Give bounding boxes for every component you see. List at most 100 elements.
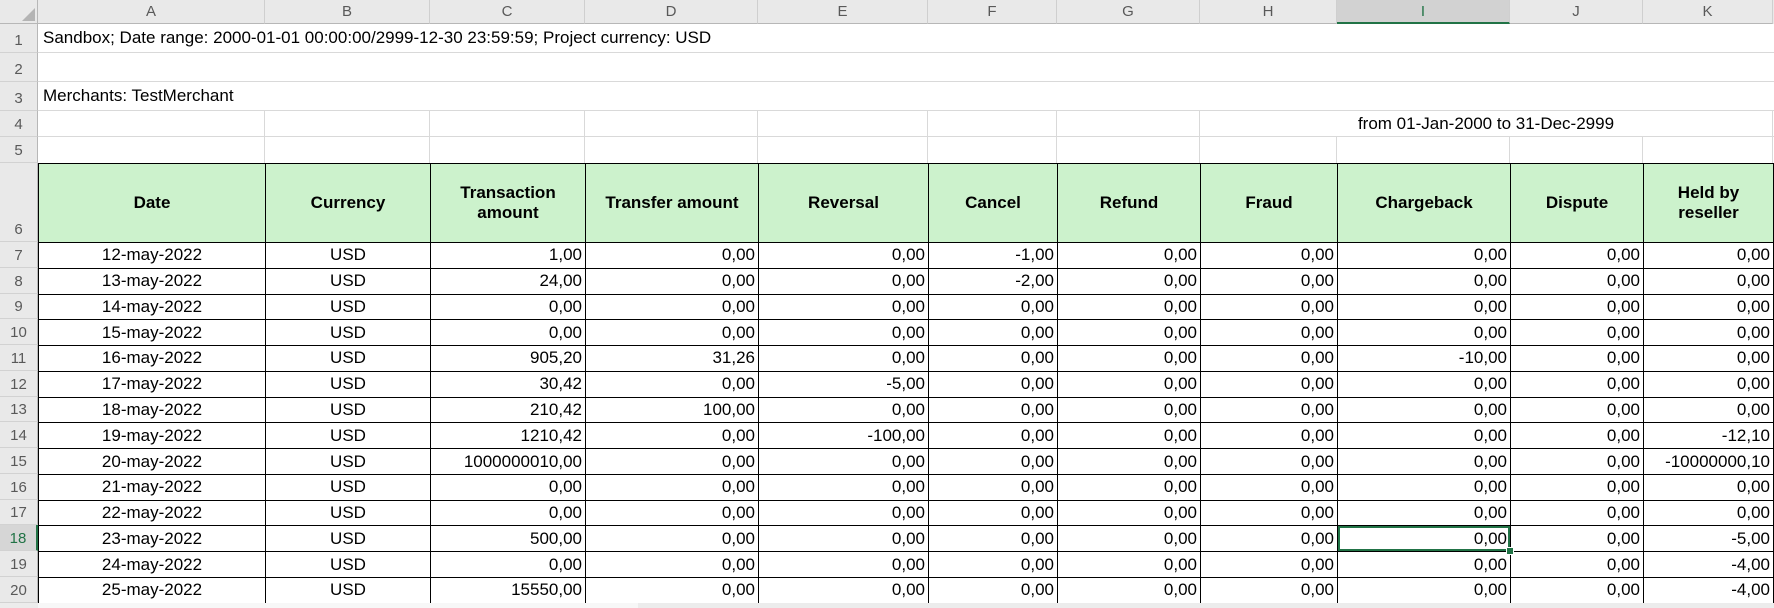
cell-f12[interactable]: 0,00 <box>929 372 1058 398</box>
cell-h7[interactable]: 0,00 <box>1201 243 1338 269</box>
cell-j11[interactable]: 0,00 <box>1511 346 1644 372</box>
cell-k16[interactable]: 0,00 <box>1644 475 1774 501</box>
cell-k17[interactable]: 0,00 <box>1644 501 1774 527</box>
table-header-reversal[interactable]: Reversal <box>759 164 929 243</box>
cell-i13[interactable]: 0,00 <box>1338 398 1511 424</box>
column-header-i[interactable]: I <box>1337 0 1510 24</box>
column-header-f[interactable]: F <box>928 0 1057 24</box>
cell-b18[interactable]: USD <box>266 526 431 552</box>
cell-b14[interactable]: USD <box>266 423 431 449</box>
cell-a5[interactable] <box>38 137 265 163</box>
column-header-d[interactable]: D <box>585 0 758 24</box>
cell-e12[interactable]: -5,00 <box>759 372 929 398</box>
cell-f13[interactable]: 0,00 <box>929 398 1058 424</box>
cell-j9[interactable]: 0,00 <box>1511 295 1644 321</box>
cell-c8[interactable]: 24,00 <box>431 269 586 295</box>
cell-d9[interactable]: 0,00 <box>586 295 759 321</box>
cell-h4-date-range[interactable]: from 01-Jan-2000 to 31-Dec-2999 <box>1200 111 1773 136</box>
cell-j17[interactable]: 0,00 <box>1511 501 1644 527</box>
cell-b9[interactable]: USD <box>266 295 431 321</box>
table-header-currency[interactable]: Currency <box>266 164 431 243</box>
cell-d4[interactable] <box>585 111 758 136</box>
column-header-c[interactable]: C <box>430 0 585 24</box>
cell-i7[interactable]: 0,00 <box>1338 243 1511 269</box>
cell-h8[interactable]: 0,00 <box>1201 269 1338 295</box>
cell-h5[interactable] <box>1200 137 1337 163</box>
cell-a2[interactable] <box>38 53 1774 82</box>
cell-a18[interactable]: 23-may-2022 <box>39 526 266 552</box>
row-header-17[interactable]: 17 <box>0 500 38 526</box>
cell-k5[interactable] <box>1643 137 1773 163</box>
selected-cell-i18[interactable]: 0,00 <box>1338 526 1511 552</box>
row-header-11[interactable]: 11 <box>0 345 38 371</box>
cell-e14[interactable]: -100,00 <box>759 423 929 449</box>
table-header-fraud[interactable]: Fraud <box>1201 164 1338 243</box>
cell-k14[interactable]: -12,10 <box>1644 423 1774 449</box>
cell-i17[interactable]: 0,00 <box>1338 501 1511 527</box>
cell-g13[interactable]: 0,00 <box>1058 398 1201 424</box>
cell-f16[interactable]: 0,00 <box>929 475 1058 501</box>
cell-i11[interactable]: -10,00 <box>1338 346 1511 372</box>
cell-k20[interactable]: -4,00 <box>1644 578 1774 604</box>
cell-f15[interactable]: 0,00 <box>929 449 1058 475</box>
cell-f20[interactable]: 0,00 <box>929 578 1058 604</box>
column-header-g[interactable]: G <box>1057 0 1200 24</box>
cell-i19[interactable]: 0,00 <box>1338 552 1511 578</box>
cell-c7[interactable]: 1,00 <box>431 243 586 269</box>
cell-g15[interactable]: 0,00 <box>1058 449 1201 475</box>
row-header-19[interactable]: 19 <box>0 551 38 577</box>
cell-g19[interactable]: 0,00 <box>1058 552 1201 578</box>
cell-a17[interactable]: 22-may-2022 <box>39 501 266 527</box>
cell-c12[interactable]: 30,42 <box>431 372 586 398</box>
cell-d5[interactable] <box>585 137 758 163</box>
cell-h9[interactable]: 0,00 <box>1201 295 1338 321</box>
cell-a15[interactable]: 20-may-2022 <box>39 449 266 475</box>
row-header-16[interactable]: 16 <box>0 474 38 500</box>
cell-i10[interactable]: 0,00 <box>1338 320 1511 346</box>
cell-b10[interactable]: USD <box>266 320 431 346</box>
cell-a4[interactable] <box>38 111 265 136</box>
cell-b7[interactable]: USD <box>266 243 431 269</box>
cell-j5[interactable] <box>1510 137 1643 163</box>
cell-k10[interactable]: 0,00 <box>1644 320 1774 346</box>
cell-e19[interactable]: 0,00 <box>759 552 929 578</box>
row-header-18[interactable]: 18 <box>0 525 38 551</box>
cell-c13[interactable]: 210,42 <box>431 398 586 424</box>
cell-i12[interactable]: 0,00 <box>1338 372 1511 398</box>
cell-f4[interactable] <box>928 111 1057 136</box>
cell-f17[interactable]: 0,00 <box>929 501 1058 527</box>
row-header-10[interactable]: 10 <box>0 319 38 345</box>
cell-h18[interactable]: 0,00 <box>1201 526 1338 552</box>
cell-d13[interactable]: 100,00 <box>586 398 759 424</box>
cell-j16[interactable]: 0,00 <box>1511 475 1644 501</box>
cell-c9[interactable]: 0,00 <box>431 295 586 321</box>
cell-d7[interactable]: 0,00 <box>586 243 759 269</box>
cell-j19[interactable]: 0,00 <box>1511 552 1644 578</box>
cell-e11[interactable]: 0,00 <box>759 346 929 372</box>
cell-e7[interactable]: 0,00 <box>759 243 929 269</box>
cell-a11[interactable]: 16-may-2022 <box>39 346 266 372</box>
cell-c19[interactable]: 0,00 <box>431 552 586 578</box>
cell-a8[interactable]: 13-may-2022 <box>39 269 266 295</box>
table-header-cancel[interactable]: Cancel <box>929 164 1058 243</box>
cell-c17[interactable]: 0,00 <box>431 501 586 527</box>
cell-k13[interactable]: 0,00 <box>1644 398 1774 424</box>
cell-h16[interactable]: 0,00 <box>1201 475 1338 501</box>
cell-k19[interactable]: -4,00 <box>1644 552 1774 578</box>
cell-f7[interactable]: -1,00 <box>929 243 1058 269</box>
cell-c5[interactable] <box>430 137 585 163</box>
cell-g11[interactable]: 0,00 <box>1058 346 1201 372</box>
cell-a14[interactable]: 19-may-2022 <box>39 423 266 449</box>
cell-b20[interactable]: USD <box>266 578 431 604</box>
table-header-held-by-reseller[interactable]: Held by reseller <box>1644 164 1774 243</box>
cell-e10[interactable]: 0,00 <box>759 320 929 346</box>
cell-f5[interactable] <box>928 137 1057 163</box>
cell-j7[interactable]: 0,00 <box>1511 243 1644 269</box>
cell-e8[interactable]: 0,00 <box>759 269 929 295</box>
table-header-chargeback[interactable]: Chargeback <box>1338 164 1511 243</box>
cell-g18[interactable]: 0,00 <box>1058 526 1201 552</box>
cell-k12[interactable]: 0,00 <box>1644 372 1774 398</box>
cell-d18[interactable]: 0,00 <box>586 526 759 552</box>
cell-f8[interactable]: -2,00 <box>929 269 1058 295</box>
cell-g5[interactable] <box>1057 137 1200 163</box>
